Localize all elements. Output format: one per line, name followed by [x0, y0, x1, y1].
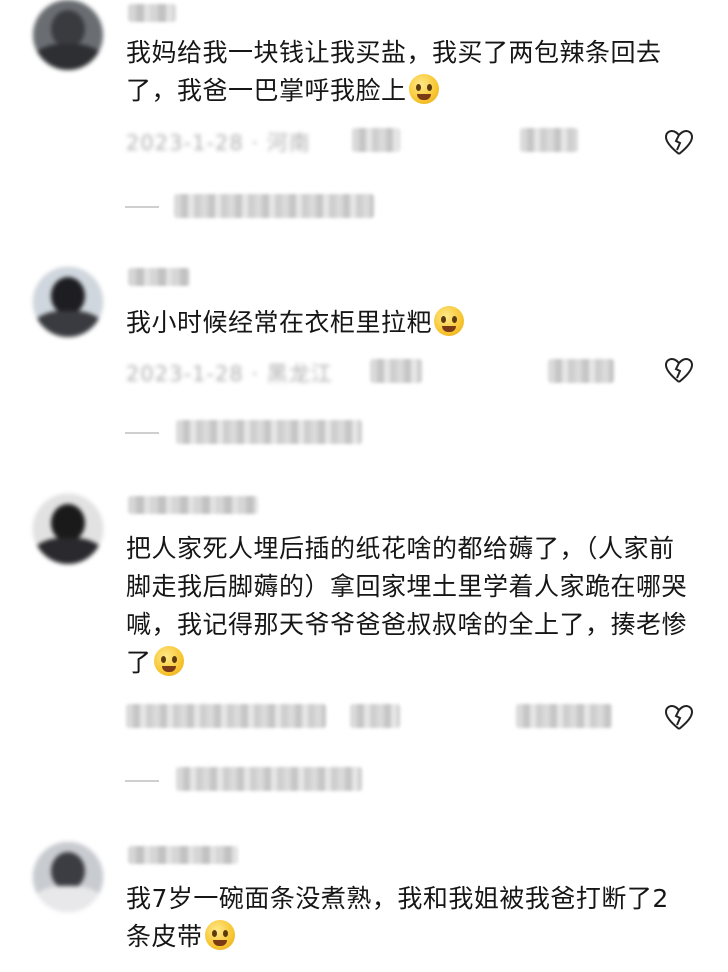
username[interactable]: [128, 268, 190, 286]
blurred-info: [126, 704, 326, 728]
reply-divider: [125, 432, 159, 434]
comment-text: 我妈给我一块钱让我买盐，我买了两包辣条回去了，我爸一巴掌呼我脸上: [126, 38, 662, 105]
avatar[interactable]: [33, 494, 103, 564]
loudly-crying-emoji-icon: [204, 920, 235, 950]
blurred-info: [520, 128, 578, 152]
view-replies-link[interactable]: [174, 194, 374, 218]
username[interactable]: [128, 4, 176, 22]
blurred-info: [350, 704, 400, 728]
reply-divider: [125, 206, 159, 208]
view-replies-link[interactable]: [176, 767, 362, 791]
username[interactable]: [128, 496, 258, 514]
comment-meta: 2023-1-28 · 河南: [126, 131, 311, 155]
dazed-emoji-icon: [434, 306, 465, 336]
pleading-emoji-icon: [153, 646, 184, 676]
reply-divider: [125, 780, 159, 782]
broken-heart-icon[interactable]: [664, 703, 694, 733]
comment-text: 把人家死人埋后插的纸花啥的都给薅了，（人家前脚走我后脚薅的）拿回家埋土里学着人家…: [126, 534, 688, 677]
blurred-info: [370, 359, 422, 383]
crying-laughing-emoji-icon: [408, 74, 439, 104]
blurred-info: [548, 359, 614, 383]
broken-heart-icon[interactable]: [664, 356, 694, 386]
comment-meta: 2023-1-28 · 黑龙江: [126, 362, 333, 386]
avatar[interactable]: [33, 842, 103, 912]
blurred-info: [516, 704, 612, 728]
comment-text: 我7岁一碗面条没煮熟，我和我姐被我爸打断了2条皮带: [126, 884, 669, 951]
blurred-info: [352, 128, 400, 152]
avatar[interactable]: [33, 0, 103, 70]
username[interactable]: [128, 846, 238, 864]
broken-heart-icon[interactable]: [664, 128, 694, 158]
avatar[interactable]: [33, 267, 103, 337]
view-replies-link[interactable]: [176, 420, 362, 444]
comment-text: 我小时候经常在衣柜里拉粑: [126, 304, 692, 342]
